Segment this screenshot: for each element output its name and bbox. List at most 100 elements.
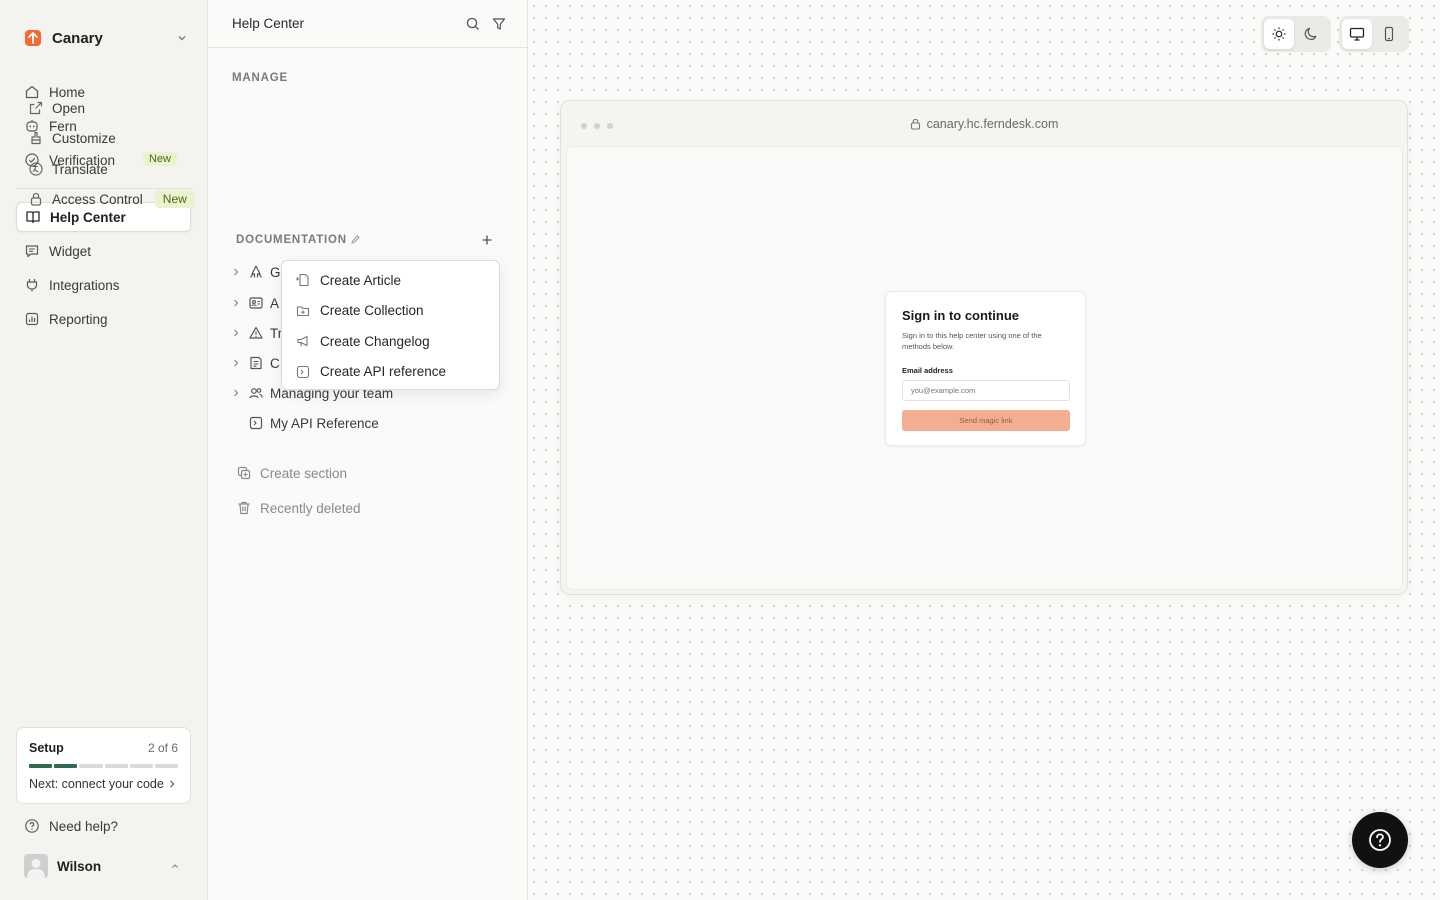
- chevron-right-icon[interactable]: [230, 387, 242, 399]
- tree-item-account[interactable]: A: [230, 289, 279, 317]
- signin-title: Sign in to continue: [902, 308, 1019, 323]
- tree-item-collection[interactable]: C: [230, 349, 280, 377]
- tree-item-troubleshooting[interactable]: Tr: [230, 319, 282, 347]
- tree-item-getting-started[interactable]: G: [230, 258, 281, 286]
- menu-item-label: Create API reference: [320, 364, 447, 380]
- question-circle-icon: [1367, 827, 1393, 853]
- tree-item-label: My API Reference: [270, 415, 379, 431]
- chevron-right-icon[interactable]: [230, 327, 242, 339]
- create-section-label: Create section: [260, 465, 348, 481]
- chevron-down-icon: [176, 32, 188, 44]
- create-section-button[interactable]: Create section: [236, 461, 347, 485]
- setup-progress-bar: [29, 764, 179, 768]
- setup-progress-segment: [29, 764, 53, 768]
- sun-icon: [1271, 26, 1287, 42]
- email-field[interactable]: [902, 380, 1070, 401]
- user-menu[interactable]: Wilson: [24, 854, 184, 878]
- documentation-section-label: DOCUMENTATION: [236, 234, 347, 246]
- chart-icon: [24, 311, 40, 327]
- chevron-right-icon[interactable]: [230, 266, 242, 278]
- manage-item-label: Open: [52, 100, 86, 116]
- workspace-name: Canary: [52, 29, 103, 47]
- tree-item-label: G: [270, 264, 281, 280]
- create-article-menu-item[interactable]: Create Article: [286, 265, 495, 296]
- send-magic-link-button[interactable]: Send magic link: [902, 410, 1070, 431]
- create-changelog-menu-item[interactable]: Create Changelog: [286, 326, 495, 357]
- create-collection-menu-item[interactable]: Create Collection: [286, 296, 495, 327]
- device-toggle: [1339, 16, 1409, 52]
- search-icon[interactable]: [465, 16, 481, 32]
- canary-logo-icon: [24, 29, 42, 47]
- setup-next-step[interactable]: Next: connect your code: [29, 777, 178, 791]
- signin-card: Sign in to continue Sign in to this help…: [885, 291, 1086, 446]
- phone-icon: [1381, 26, 1397, 42]
- new-badge: New: [142, 152, 177, 166]
- create-dropdown-menu: Create Article Create Collection Create …: [281, 260, 500, 390]
- sidebar-item-widget[interactable]: Widget: [16, 236, 191, 266]
- setup-count: 2 of 6: [147, 741, 178, 755]
- menu-item-label: Create Article: [320, 272, 402, 288]
- users-icon: [248, 385, 264, 401]
- sidebar-item-integrations[interactable]: Integrations: [16, 270, 191, 300]
- dark-mode-button[interactable]: [1296, 19, 1326, 49]
- setup-progress-segment: [54, 764, 78, 768]
- brush-icon: [28, 130, 44, 146]
- tree-item-label: C: [270, 355, 280, 371]
- sidebar-item-label: Integrations: [49, 277, 120, 293]
- pencil-icon[interactable]: [350, 234, 361, 245]
- manage-access-control[interactable]: Access Control New: [24, 185, 195, 213]
- user-name: Wilson: [57, 858, 102, 874]
- setup-next-label: Next: connect your code: [29, 777, 164, 791]
- setup-progress-card[interactable]: Setup 2 of 6 Next: connect your code: [16, 727, 191, 804]
- chevron-right-icon[interactable]: [230, 297, 242, 309]
- manage-open[interactable]: Open: [24, 94, 85, 122]
- manage-customize[interactable]: Customize: [24, 124, 116, 152]
- need-help-label: Need help?: [49, 818, 119, 834]
- section-plus-icon: [236, 465, 252, 481]
- plus-icon[interactable]: [480, 233, 494, 247]
- external-link-icon: [28, 100, 44, 116]
- filter-icon[interactable]: [491, 16, 507, 32]
- plug-icon: [24, 277, 40, 293]
- manage-item-label: Customize: [52, 130, 116, 146]
- chevron-right-icon[interactable]: [230, 357, 242, 369]
- recently-deleted-button[interactable]: Recently deleted: [236, 496, 361, 520]
- recently-deleted-label: Recently deleted: [260, 500, 361, 516]
- setup-progress-segment: [129, 764, 153, 768]
- help-fab-button[interactable]: [1352, 812, 1408, 868]
- preview-url: canary.hc.ferndesk.com: [926, 117, 1059, 131]
- lock-icon: [28, 191, 44, 207]
- folder-plus-icon: [296, 304, 310, 318]
- megaphone-icon: [296, 334, 310, 348]
- avatar: [24, 854, 48, 878]
- desktop-view-button[interactable]: [1342, 19, 1372, 49]
- light-mode-button[interactable]: [1264, 19, 1294, 49]
- panel-title: Help Center: [232, 16, 305, 31]
- email-label: Email address: [902, 366, 953, 375]
- new-badge: New: [154, 190, 195, 208]
- manage-translate[interactable]: Translate: [24, 155, 108, 183]
- setup-title: Setup: [29, 741, 64, 755]
- document-icon: [248, 355, 264, 371]
- need-help-link[interactable]: Need help?: [24, 818, 118, 834]
- article-plus-icon: [296, 273, 310, 287]
- trash-icon: [236, 500, 252, 516]
- sidebar-item-reporting[interactable]: Reporting: [16, 304, 191, 334]
- mobile-view-button[interactable]: [1374, 19, 1404, 49]
- api-icon: [296, 365, 310, 379]
- create-api-reference-menu-item[interactable]: Create API reference: [286, 357, 495, 388]
- signin-subtitle: Sign in to this help center using one of…: [902, 331, 1042, 351]
- monitor-icon: [1349, 26, 1365, 42]
- chevron-right-icon: [168, 779, 176, 789]
- menu-item-label: Create Collection: [320, 303, 424, 319]
- setup-progress-segment: [154, 764, 179, 768]
- help-center-panel: Help Center: [208, 0, 528, 900]
- tree-item-my-api-reference[interactable]: My API Reference: [230, 409, 379, 437]
- manage-item-label: Access Control: [52, 191, 143, 207]
- lock-icon: [910, 118, 921, 130]
- chevron-up-icon: [170, 861, 180, 871]
- theme-toggle: [1261, 16, 1331, 52]
- panel-header: Help Center: [208, 0, 527, 48]
- workspace-switcher[interactable]: Canary: [16, 22, 192, 54]
- menu-item-label: Create Changelog: [320, 333, 430, 349]
